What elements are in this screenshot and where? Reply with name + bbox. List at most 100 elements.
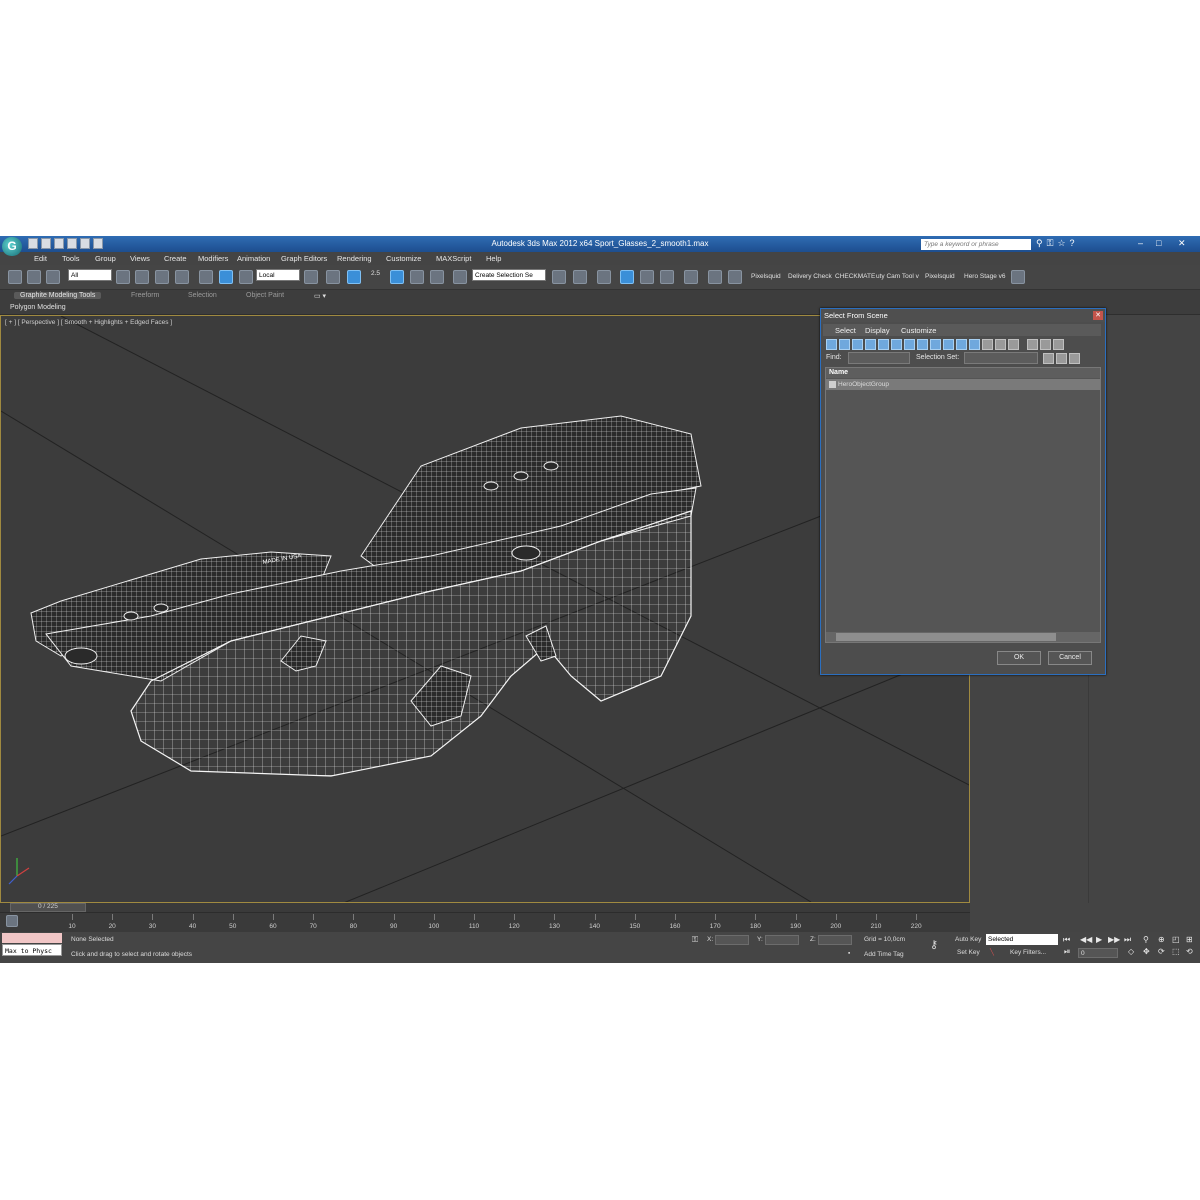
schematic-view-icon[interactable] — [660, 270, 674, 284]
zoom-extents-all-icon[interactable]: ⊞ — [1186, 935, 1193, 944]
cancel-button[interactable]: Cancel — [1048, 651, 1092, 665]
add-time-tag[interactable]: Add Time Tag — [864, 951, 904, 958]
edit-named-selection-icon[interactable] — [453, 270, 467, 284]
panel-polygon-modeling[interactable]: Polygon Modeling — [10, 304, 66, 311]
window-crossing-icon[interactable] — [175, 270, 189, 284]
display-none-icon[interactable] — [995, 339, 1006, 350]
dialog-menu-select[interactable]: Select — [835, 326, 856, 335]
app-logo-icon[interactable]: G — [2, 237, 22, 256]
key-mode-toggle-icon[interactable]: ⏯ — [1064, 947, 1070, 957]
z-coordinate-field[interactable] — [818, 935, 852, 945]
menu-customize[interactable]: Customize — [386, 254, 421, 263]
custom-tool-hero-stage[interactable]: Hero Stage v6 — [964, 273, 1006, 280]
filter-icon[interactable] — [1040, 339, 1051, 350]
track-bar[interactable]: 10 20 30 40 50 60 70 80 90 100 110 120 130 140 150 160 1… — [0, 912, 970, 933]
pivot-center-icon[interactable] — [304, 270, 318, 284]
mini-curve-editor-icon[interactable] — [6, 915, 18, 927]
menu-views[interactable]: Views — [130, 254, 150, 263]
custom-tool-cam[interactable]: uty Cam Tool v — [876, 273, 919, 280]
link-icon[interactable] — [8, 270, 22, 284]
key-filters-button[interactable]: Key Filters... — [1010, 949, 1046, 956]
display-bones-icon[interactable] — [930, 339, 941, 350]
zoom-extents-icon[interactable]: ◰ — [1172, 935, 1180, 944]
select-object-icon[interactable] — [116, 270, 130, 284]
menu-group[interactable]: Group — [95, 254, 116, 263]
auto-key-button[interactable]: Auto Key — [955, 936, 981, 943]
menu-rendering[interactable]: Rendering — [337, 254, 372, 263]
mirror-icon[interactable] — [552, 270, 566, 284]
layer-manager-icon[interactable] — [597, 270, 611, 284]
reference-coordinate-dropdown[interactable]: Local — [256, 269, 300, 281]
y-coordinate-field[interactable] — [765, 935, 799, 945]
curve-editor-icon[interactable] — [640, 270, 654, 284]
display-groups-icon[interactable] — [904, 339, 915, 350]
display-space-warps-icon[interactable] — [891, 339, 902, 350]
menu-maxscript[interactable]: MAXScript — [436, 254, 471, 263]
set-key-button[interactable]: Set Key — [957, 949, 980, 956]
scene-object-list[interactable]: Name HeroObjectGroup — [825, 367, 1101, 643]
bind-space-warp-icon[interactable] — [46, 270, 60, 284]
pan-view-icon[interactable]: ✥ — [1143, 947, 1150, 956]
dialog-title-bar[interactable]: Select From Scene — [821, 309, 1105, 322]
menu-graph-editors[interactable]: Graph Editors — [281, 254, 327, 263]
custom-tool-pixelsquid[interactable]: Pixelsquid — [751, 273, 781, 280]
selection-lock-icon[interactable]: ⚿ — [692, 935, 698, 945]
display-lights-icon[interactable] — [852, 339, 863, 350]
scale-icon[interactable] — [239, 270, 253, 284]
set-key-icon[interactable]: ⚷ — [930, 938, 938, 951]
custom-tool-checkmate[interactable]: CHECKMATE — [835, 273, 875, 280]
edit-selection-set-icon[interactable] — [1056, 353, 1067, 364]
graphite-toggle-icon[interactable] — [620, 270, 634, 284]
render-frame-icon[interactable] — [728, 270, 742, 284]
custom-tool-pixelsquid-2[interactable]: Pixelsquid — [925, 273, 955, 280]
help-icon[interactable]: ? — [1070, 238, 1075, 249]
zoom-icon[interactable]: ⚲ — [1143, 935, 1149, 944]
unlink-icon[interactable] — [27, 270, 41, 284]
tab-graphite-modeling-tools[interactable]: Graphite Modeling Tools — [14, 292, 102, 299]
play-icon[interactable]: ▶ — [1096, 935, 1102, 944]
create-selection-set-icon[interactable] — [1043, 353, 1054, 364]
select-from-scene-dialog[interactable]: Select From Scene ✕ Select Display Custo… — [820, 308, 1106, 675]
ribbon-options-icon[interactable]: ▭ ▾ — [314, 292, 326, 300]
orbit-subobject-icon[interactable]: ⟲ — [1186, 947, 1193, 956]
align-icon[interactable] — [573, 270, 587, 284]
move-icon[interactable] — [199, 270, 213, 284]
find-input[interactable] — [848, 352, 910, 364]
go-to-start-icon[interactable]: ⏮ — [1063, 935, 1070, 945]
display-helpers-icon[interactable] — [878, 339, 889, 350]
next-frame-icon[interactable]: ▶▶ — [1108, 935, 1120, 944]
percent-snap-icon[interactable] — [410, 270, 424, 284]
current-frame-field[interactable]: 0 — [1078, 948, 1118, 958]
display-containers-icon[interactable] — [943, 339, 954, 350]
display-xrefs-icon[interactable] — [917, 339, 928, 350]
selection-set-dropdown[interactable] — [964, 352, 1038, 364]
selection-filter-dropdown[interactable]: All — [68, 269, 112, 281]
delete-selection-set-icon[interactable] — [1069, 353, 1080, 364]
menu-tools[interactable]: Tools — [62, 254, 80, 263]
tab-selection[interactable]: Selection — [188, 292, 217, 299]
orbit-icon[interactable]: ⟳ — [1158, 947, 1165, 956]
tab-object-paint[interactable]: Object Paint — [246, 292, 284, 299]
angle-snap-icon[interactable] — [390, 270, 404, 284]
display-shapes-icon[interactable] — [839, 339, 850, 350]
close-icon[interactable]: ✕ — [1178, 238, 1186, 249]
spinner-snap-icon[interactable] — [430, 270, 444, 284]
field-of-view-icon[interactable]: ◇ — [1128, 947, 1134, 956]
dialog-close-icon[interactable]: ✕ — [1093, 311, 1103, 320]
tab-freeform[interactable]: Freeform — [131, 292, 159, 299]
dialog-menu-display[interactable]: Display — [865, 326, 890, 335]
filter-children-icon[interactable] — [1053, 339, 1064, 350]
select-manipulate-icon[interactable] — [326, 270, 340, 284]
menu-edit[interactable]: Edit — [34, 254, 47, 263]
render-setup-icon[interactable] — [708, 270, 722, 284]
time-slider[interactable]: 0 / 225 — [0, 903, 970, 912]
menu-create[interactable]: Create — [164, 254, 187, 263]
viewport-label[interactable]: [ + ] [ Perspective ] [ Smooth + Highlig… — [5, 319, 172, 326]
teapot-render-icon[interactable] — [1011, 270, 1025, 284]
material-editor-icon[interactable] — [684, 270, 698, 284]
keyboard-shortcut-icon[interactable] — [347, 270, 361, 284]
menu-animation[interactable]: Animation — [237, 254, 270, 263]
display-all-icon[interactable] — [982, 339, 993, 350]
previous-frame-icon[interactable]: ◀◀ — [1080, 935, 1092, 944]
time-tag-icon[interactable]: ▪ — [848, 950, 850, 957]
